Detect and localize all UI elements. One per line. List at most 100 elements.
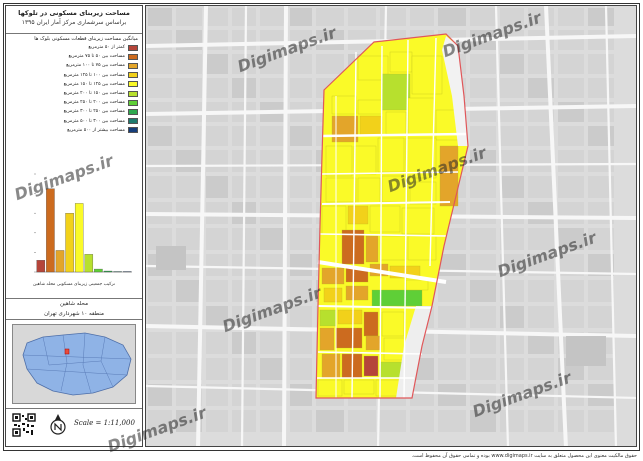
locator-map-svg xyxy=(22,332,132,396)
area-box: محله شاهین منطقه ۱۰ شهرداری تهران xyxy=(6,298,142,320)
residential-parcel xyxy=(365,335,381,351)
basemap-block xyxy=(290,228,312,250)
map-subtitle: براساس سرشماری مرکز آمار ایران ۱۳۹۵ xyxy=(21,19,127,26)
basemap-block xyxy=(470,150,496,172)
residential-parcel xyxy=(385,111,407,135)
basemap-block xyxy=(290,358,312,380)
residential-parcel xyxy=(381,73,411,111)
basemap-block xyxy=(558,78,584,98)
basemap-block xyxy=(316,54,344,74)
legend-label: مساحت بین ۱۲۵ تا ۱۵۰ مترمربع xyxy=(63,81,125,87)
legend-item: مساحت بین ۵۰ تا ۷۵ مترمربع xyxy=(10,52,138,61)
basemap-block xyxy=(588,384,614,406)
basemap-block xyxy=(316,8,344,26)
neighborhood-name: محله شاهین xyxy=(59,301,89,307)
basemap-block xyxy=(500,126,524,146)
basemap-block xyxy=(260,126,286,146)
basemap-block xyxy=(176,280,202,302)
basemap-block xyxy=(148,54,172,74)
residential-parcel xyxy=(323,287,343,303)
legend-title: میانگین مساحت زیربنای قطعات مسکونی بلوک … xyxy=(34,36,138,42)
basemap-block xyxy=(260,8,286,26)
basemap-block xyxy=(148,8,172,26)
basemap-block xyxy=(316,410,344,432)
bar-chart-svg xyxy=(34,173,132,273)
residential-parcel xyxy=(357,99,383,115)
basemap-block xyxy=(588,410,614,432)
basemap-block xyxy=(260,78,286,98)
legend-item: مساحت بین ۷۵ تا ۱۰۰ مترمربع xyxy=(10,61,138,70)
legend-label: مساحت بین ۲۵۰ تا ۳۰۰ مترمربع xyxy=(63,109,125,115)
basemap-block xyxy=(528,8,554,26)
legend-item: مساحت بین ۲۰۰ تا ۲۵۰ مترمربع xyxy=(10,98,138,107)
basemap-block xyxy=(588,30,614,50)
residential-parcel xyxy=(321,205,347,235)
legend-swatch xyxy=(128,62,138,69)
qr-code-icon xyxy=(12,413,36,437)
basemap-block xyxy=(260,30,286,50)
basemap-block xyxy=(290,254,312,276)
legend-label: مساحت بین ۵۰ تا ۷۵ مترمربع xyxy=(68,54,125,60)
basemap-block xyxy=(290,202,312,224)
basemap-block xyxy=(260,150,286,172)
basemap-block xyxy=(290,306,312,328)
basemap-block xyxy=(206,176,228,198)
residential-parcel xyxy=(345,285,369,301)
basemap-block xyxy=(290,126,312,146)
basemap-block xyxy=(206,280,228,302)
basemap-block xyxy=(176,78,202,98)
basemap-block xyxy=(176,54,202,74)
legend-panel: مساحت زیربنای مسکونی در تلوکها براساس سر… xyxy=(5,5,143,447)
chart-bar xyxy=(103,270,113,273)
basemap-block xyxy=(148,280,172,302)
basemap-block xyxy=(500,102,524,122)
basemap-block xyxy=(206,78,228,98)
basemap-block xyxy=(500,176,524,198)
basemap-park xyxy=(156,246,186,270)
map-scale: Scale = 1:11,000 xyxy=(74,419,135,427)
residential-parcel xyxy=(359,115,383,137)
basemap-block xyxy=(290,30,312,50)
basemap-block xyxy=(206,306,228,328)
basemap-block xyxy=(470,202,496,224)
legend-swatch xyxy=(128,127,138,134)
basemap-block xyxy=(500,54,524,74)
basemap-block xyxy=(232,54,256,74)
basemap-block xyxy=(260,254,286,276)
basemap-block xyxy=(206,126,228,146)
basemap-block xyxy=(148,126,172,146)
basemap-block xyxy=(528,176,554,198)
legend-label: مساحت بیشتر از ۵۰۰ مترمربع xyxy=(67,127,125,133)
residential-parcel xyxy=(357,177,381,205)
residential-parcel xyxy=(363,311,379,337)
basemap-block xyxy=(528,228,554,250)
basemap-block xyxy=(206,30,228,50)
residential-parcel xyxy=(401,207,435,235)
basemap-block xyxy=(148,78,172,98)
basemap-block xyxy=(176,126,202,146)
basemap-block xyxy=(470,176,496,198)
residential-parcel xyxy=(335,327,363,349)
basemap-block xyxy=(148,358,172,380)
legend-label: مساحت بین ۱۵۰ تا ۲۰۰ مترمربع xyxy=(63,91,125,97)
basemap-block xyxy=(260,384,286,406)
basemap-block xyxy=(528,150,554,172)
basemap-block xyxy=(206,358,228,380)
basemap-block xyxy=(500,358,524,380)
basemap-block xyxy=(410,410,434,432)
legend-item: مساحت بین ۱۲۵ تا ۱۵۰ مترمربع xyxy=(10,80,138,89)
chart-bar xyxy=(36,260,46,273)
basemap-block xyxy=(148,150,172,172)
residential-parcel xyxy=(319,327,335,351)
chart-bar xyxy=(84,254,94,273)
basemap-block xyxy=(528,358,554,380)
basemap-block xyxy=(206,228,228,250)
residential-parcel xyxy=(337,309,363,325)
legend-item: مساحت بین ۱۰۰ تا ۱۲۵ مترمربع xyxy=(10,71,138,80)
residential-parcel xyxy=(353,145,377,175)
basemap-block xyxy=(290,54,312,74)
basemap-block xyxy=(232,8,256,26)
residential-parcel xyxy=(319,309,337,327)
basemap-block xyxy=(206,8,228,26)
legend-swatch xyxy=(128,72,138,79)
